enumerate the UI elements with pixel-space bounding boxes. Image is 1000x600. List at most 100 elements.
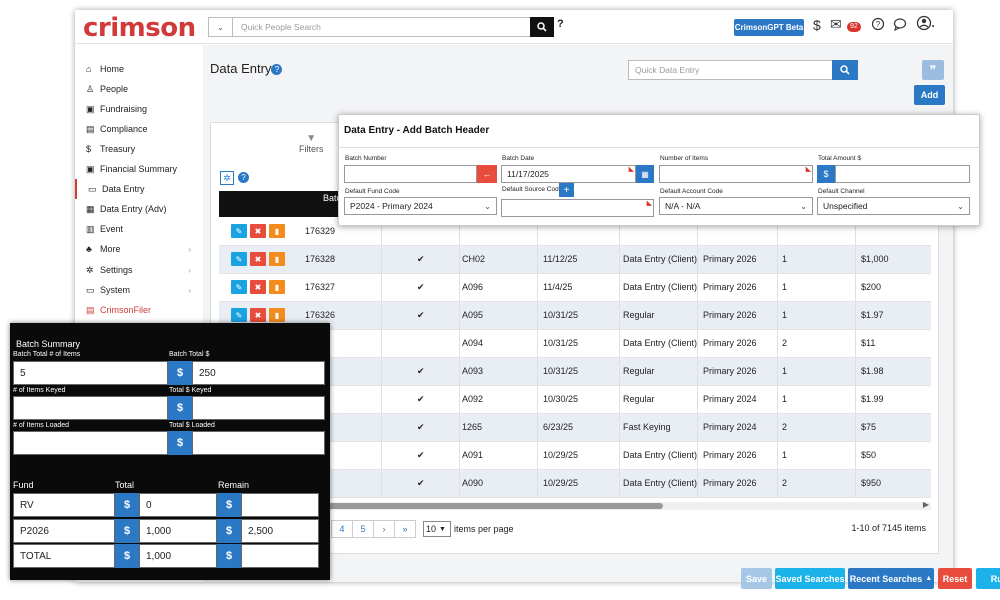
sidebar-item-crimsonfiler[interactable]: ▤ CrimsonFiler bbox=[75, 300, 203, 320]
table-row[interactable]: ✎ ✖ ▮ 176327 ✔ A096 11/4/25 Data Entry (Client)… bbox=[219, 274, 931, 302]
total-amount-field[interactable] bbox=[835, 165, 970, 183]
required-marker: ◣ bbox=[646, 200, 652, 207]
number-of-items-field[interactable]: ◣ bbox=[659, 165, 813, 183]
column-settings-button[interactable]: ✲ bbox=[220, 171, 234, 185]
column-divider bbox=[855, 470, 856, 498]
arrow-left-button[interactable]: ← bbox=[477, 165, 497, 183]
quote-button[interactable]: ❞ bbox=[922, 60, 944, 80]
fund-row-total[interactable]: TOTAL bbox=[13, 544, 115, 568]
help-icon[interactable]: ? bbox=[557, 18, 564, 30]
sidebar-item-event[interactable]: ▥ Event bbox=[75, 219, 203, 239]
cell-date: 10/31/25 bbox=[543, 338, 579, 348]
items-keyed-field[interactable] bbox=[13, 396, 168, 420]
delete-button[interactable]: ✖ bbox=[250, 252, 266, 266]
recent-searches-button[interactable]: Recent Searches ▲ bbox=[848, 568, 934, 589]
search-button[interactable] bbox=[832, 60, 858, 80]
table-row[interactable]: ✎ ✖ ▮ 176328 ✔ CH02 11/12/25 Data Entry (Client… bbox=[219, 246, 931, 274]
help-icon[interactable]: ? bbox=[238, 172, 249, 183]
column-divider bbox=[537, 414, 538, 442]
saved-searches-button[interactable]: Saved Searches bbox=[775, 568, 845, 589]
delete-button[interactable]: ✖ bbox=[250, 224, 266, 238]
sidebar-item-people[interactable]: ♙ People bbox=[75, 79, 203, 99]
quick-data-entry[interactable]: Quick Data Entry bbox=[628, 60, 858, 80]
delete-button[interactable]: ✖ bbox=[250, 280, 266, 294]
items-per-page-select[interactable]: 10 ▼ bbox=[423, 521, 451, 537]
crimson-logo[interactable]: crimson bbox=[83, 13, 196, 43]
batch-number-field[interactable] bbox=[344, 165, 477, 183]
total-keyed-field[interactable] bbox=[192, 396, 325, 420]
sidebar-item-data-entry-adv[interactable]: ▦ Data Entry (Adv) bbox=[75, 199, 203, 219]
fund-remain-total[interactable] bbox=[241, 544, 319, 568]
quick-data-entry-input[interactable]: Quick Data Entry bbox=[629, 65, 832, 75]
sidebar-item-compliance[interactable]: ▤ Compliance bbox=[75, 119, 203, 139]
fund-remain-rv[interactable] bbox=[241, 493, 319, 517]
help-icon[interactable]: ? bbox=[271, 64, 283, 75]
add-source-code-button[interactable]: + bbox=[559, 183, 574, 197]
search-button[interactable] bbox=[530, 17, 554, 37]
save-button[interactable]: Save bbox=[741, 568, 772, 589]
batch-items-field[interactable]: 5 bbox=[13, 361, 168, 385]
delete-button[interactable]: ✖ bbox=[250, 308, 266, 322]
sidebar-item-fundraising[interactable]: ▣ Fundraising bbox=[75, 99, 203, 119]
dollar-icon: $ bbox=[168, 396, 192, 420]
add-batch-header-modal: Data Entry - Add Batch Header Batch Numb… bbox=[338, 114, 980, 226]
column-divider bbox=[777, 246, 778, 274]
quick-people-search[interactable]: ⌄ Quick People Search bbox=[208, 17, 554, 37]
sidebar-item-data-entry[interactable]: ▭ Data Entry bbox=[75, 179, 203, 199]
sidebar-item-financial-summary[interactable]: ▣ Financial Summary bbox=[75, 159, 203, 179]
default-fund-code-select[interactable]: P2024 - Primary 2024 ⌄ bbox=[344, 197, 497, 215]
default-channel-select[interactable]: Unspecified ⌄ bbox=[817, 197, 970, 215]
sidebar-item-home[interactable]: ⌂ Home bbox=[75, 59, 203, 79]
trash-button[interactable]: ▮ bbox=[269, 252, 285, 266]
chevron-down-icon[interactable]: ⌄ bbox=[209, 18, 233, 36]
cell-date: 11/12/25 bbox=[543, 254, 578, 264]
reset-button[interactable]: Reset bbox=[938, 568, 972, 589]
sidebar-item-treasury[interactable]: $ Treasury bbox=[75, 139, 203, 159]
default-account-code-select[interactable]: N/A - N/A ⌄ bbox=[659, 197, 813, 215]
batch-total-field[interactable]: 250 bbox=[192, 361, 325, 385]
total-loaded-field[interactable] bbox=[192, 431, 325, 455]
column-divider bbox=[697, 414, 698, 442]
fund-total-total[interactable]: 1,000 bbox=[139, 544, 217, 568]
column-divider bbox=[619, 358, 620, 386]
cell-date: 10/29/25 bbox=[543, 478, 579, 488]
edit-button[interactable]: ✎ bbox=[231, 308, 247, 322]
search-input[interactable]: Quick People Search bbox=[233, 22, 530, 32]
next-page-button[interactable]: › bbox=[373, 520, 395, 538]
mail-icon[interactable]: ✉ bbox=[830, 16, 842, 33]
sidebar-item-settings[interactable]: ✲ Settings › bbox=[75, 260, 203, 280]
last-page-button[interactable]: » bbox=[394, 520, 416, 538]
page-5-button[interactable]: 5 bbox=[352, 520, 374, 538]
fund-row-rv[interactable]: RV bbox=[13, 493, 115, 517]
chat-icon[interactable] bbox=[893, 17, 907, 34]
edit-button[interactable]: ✎ bbox=[231, 224, 247, 238]
cell-check: ✔ bbox=[417, 478, 425, 488]
page-4-button[interactable]: 4 bbox=[331, 520, 353, 538]
trash-button[interactable]: ▮ bbox=[269, 308, 285, 322]
fund-row-p2026[interactable]: P2026 bbox=[13, 519, 115, 543]
add-button[interactable]: Add bbox=[914, 85, 945, 105]
user-avatar-icon[interactable] bbox=[916, 15, 936, 34]
sidebar-item-system[interactable]: ▭ System › bbox=[75, 280, 203, 300]
fund-total-p2026[interactable]: 1,000 bbox=[139, 519, 217, 543]
default-source-code-field[interactable]: ◣ bbox=[501, 199, 654, 217]
run-button[interactable]: Run bbox=[976, 568, 1000, 589]
fund-total-rv[interactable]: 0 bbox=[139, 493, 217, 517]
trash-button[interactable]: ▮ bbox=[269, 280, 285, 294]
column-divider bbox=[459, 274, 460, 302]
cell-code: A096 bbox=[462, 282, 484, 292]
batch-date-field[interactable]: 11/17/2025 ◣ bbox=[501, 165, 636, 183]
dollar-icon[interactable]: $ bbox=[813, 17, 821, 33]
sidebar-item-more[interactable]: ♣ More › bbox=[75, 239, 203, 259]
calendar-button[interactable]: ▦ bbox=[636, 165, 654, 183]
question-circle-icon[interactable]: ? bbox=[871, 17, 885, 34]
trash-button[interactable]: ▮ bbox=[269, 224, 285, 238]
edit-button[interactable]: ✎ bbox=[231, 252, 247, 266]
fund-remain-p2026[interactable]: 2,500 bbox=[241, 519, 319, 543]
filters-button[interactable]: ▼ Filters bbox=[299, 133, 324, 154]
column-divider bbox=[697, 358, 698, 386]
chevron-right-icon[interactable]: ▶ bbox=[923, 500, 929, 509]
items-loaded-field[interactable] bbox=[13, 431, 168, 455]
edit-button[interactable]: ✎ bbox=[231, 280, 247, 294]
crimson-gpt-button[interactable]: CrimsonGPT Beta bbox=[734, 19, 804, 36]
